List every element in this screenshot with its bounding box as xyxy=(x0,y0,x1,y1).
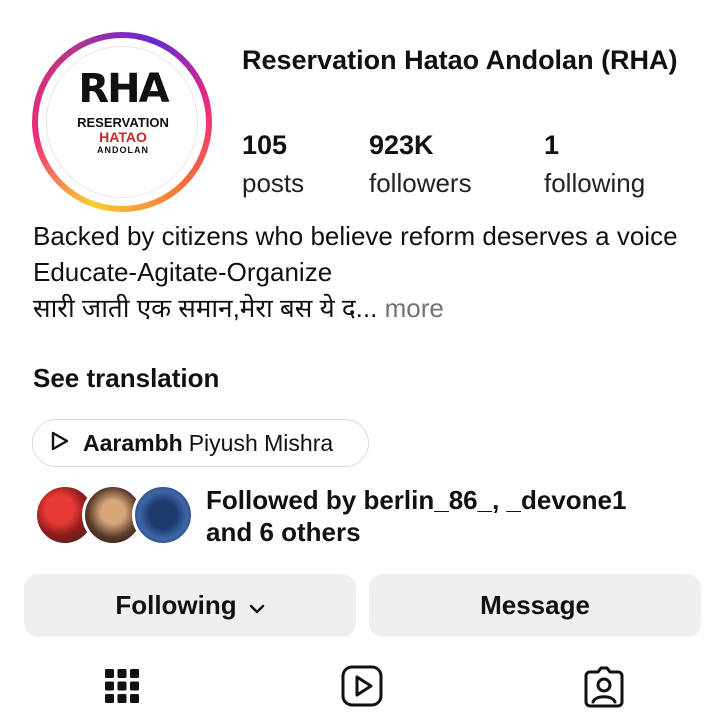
grid-icon xyxy=(103,667,141,710)
following-button[interactable]: Following xyxy=(24,574,356,637)
profile-bio: Backed by citizens who believe reform de… xyxy=(33,218,703,326)
tab-tagged[interactable] xyxy=(580,664,628,712)
chevron-down-icon xyxy=(237,590,265,621)
followers-count: 923K xyxy=(369,130,434,160)
see-translation-link[interactable]: See translation xyxy=(33,360,219,396)
following-stat[interactable]: 1 following xyxy=(544,128,645,202)
music-artist: Piyush Mishra xyxy=(188,429,334,456)
logo-line3: ANDOLAN xyxy=(97,145,149,155)
bio-more-link[interactable]: more xyxy=(385,293,444,323)
tagged-icon xyxy=(582,664,626,713)
logo-line2: HATAO xyxy=(99,129,147,145)
tab-posts-grid[interactable] xyxy=(98,664,146,712)
followed-by-line-1: Followed by berlin_86_, _devone1 xyxy=(206,485,627,515)
reels-icon xyxy=(340,664,384,713)
profile-name: Reservation Hatao Andolan (RHA) xyxy=(242,45,678,75)
bio-line-3-text: सारी जाती एक समान,मेरा बस ये द... xyxy=(33,293,378,323)
followers-stat[interactable]: 923K followers xyxy=(369,128,472,202)
following-button-label: Following xyxy=(115,590,237,620)
profile-avatar[interactable]: RHA RESERVATION HATAO ANDOLAN xyxy=(32,32,212,212)
music-pill[interactable]: Aarambh Piyush Mishra xyxy=(32,419,369,467)
mutual-followers-avatars[interactable] xyxy=(34,484,194,548)
tab-reels[interactable] xyxy=(338,664,386,712)
logo-line1: RESERVATION xyxy=(77,115,169,130)
message-button[interactable]: Message xyxy=(369,574,701,637)
followed-by-text[interactable]: Followed by berlin_86_, _devone1 and 6 o… xyxy=(206,484,706,548)
play-icon xyxy=(51,430,83,457)
following-count: 1 xyxy=(544,130,560,160)
music-song-title: Aarambh xyxy=(83,429,183,456)
following-label: following xyxy=(544,168,646,198)
mutual-avatar xyxy=(132,484,194,546)
followers-label: followers xyxy=(369,168,472,198)
bio-line-1: Backed by citizens who believe reform de… xyxy=(33,221,678,251)
followed-by-line-2: and 6 others xyxy=(206,517,361,547)
posts-count: 105 xyxy=(242,130,288,160)
bio-line-2: Educate-Agitate-Organize xyxy=(33,257,333,287)
bio-line-3: सारी जाती एक समान,मेरा बस ये द... more xyxy=(33,290,703,326)
posts-stat[interactable]: 105 posts xyxy=(242,128,304,202)
logo-initials: RHA xyxy=(78,66,169,112)
posts-label: posts xyxy=(242,168,305,198)
message-button-label: Message xyxy=(480,590,590,620)
